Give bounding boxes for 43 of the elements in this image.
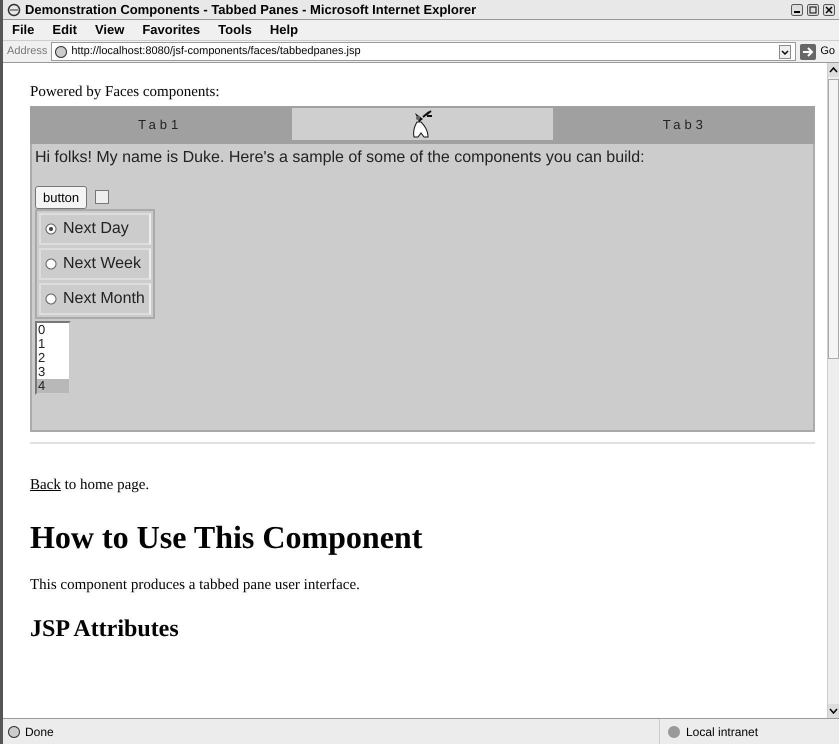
list-option[interactable]: 4: [37, 379, 69, 393]
address-field[interactable]: http://localhost:8080/jsf-components/faces/tabbedpanes.jsp: [51, 42, 796, 61]
dropdown-icon[interactable]: [779, 44, 792, 58]
menu-item[interactable]: Tools: [209, 20, 261, 40]
zone-text: Local intranet: [686, 724, 758, 740]
radio-option[interactable]: Next Week: [39, 248, 151, 280]
radio-icon[interactable]: [45, 223, 57, 235]
list-option[interactable]: 3: [37, 365, 69, 379]
menu-item[interactable]: File: [3, 20, 44, 40]
menu-item[interactable]: Edit: [43, 20, 86, 40]
status-text: Done: [25, 724, 54, 740]
radio-option[interactable]: Next Day: [39, 213, 151, 245]
radio-icon[interactable]: [45, 293, 57, 305]
description-text: This component produces a tabbed pane user interface.: [30, 576, 361, 596]
back-link[interactable]: Back: [30, 476, 61, 492]
radio-option[interactable]: Next Month: [39, 283, 151, 315]
list-option[interactable]: 0: [37, 323, 69, 337]
button[interactable]: button: [35, 186, 88, 209]
menu-item[interactable]: View: [86, 20, 134, 40]
close-icon[interactable]: [823, 4, 835, 16]
address-label: Address: [7, 44, 48, 60]
window-title: Demonstration Components - Tabbed Panes - Microsoft Internet Explorer: [25, 0, 476, 19]
go-button[interactable]: Go: [800, 43, 839, 60]
minimize-icon[interactable]: [791, 4, 803, 16]
list-option[interactable]: 2: [37, 351, 69, 365]
arrow-icon: [800, 44, 816, 60]
radio-icon[interactable]: [45, 258, 57, 270]
back-link-sentence: Back to home page.: [30, 476, 150, 494]
list-box[interactable]: 0 1 2 3 4: [35, 321, 71, 395]
checkbox[interactable]: [95, 190, 110, 204]
scroll-up-icon[interactable]: [828, 63, 839, 77]
page-heading: How to Use This Component: [30, 518, 424, 556]
list-option[interactable]: 1: [37, 337, 69, 351]
maximize-icon[interactable]: [807, 4, 819, 16]
section-heading: JSP Attributes: [30, 614, 180, 644]
scroll-down-icon[interactable]: [828, 704, 839, 718]
tab[interactable]: Tab1: [30, 106, 290, 144]
intro-text: Powered by Faces components:: [30, 83, 221, 102]
greeting-text: Hi folks! My name is Duke. Here's a sample of some of the components you can build:: [35, 148, 646, 168]
menu-item[interactable]: Favorites: [133, 20, 210, 40]
menu-item[interactable]: Help: [260, 20, 308, 40]
tab[interactable]: Tab3: [554, 106, 815, 144]
scrollbar-thumb[interactable]: [828, 79, 839, 359]
